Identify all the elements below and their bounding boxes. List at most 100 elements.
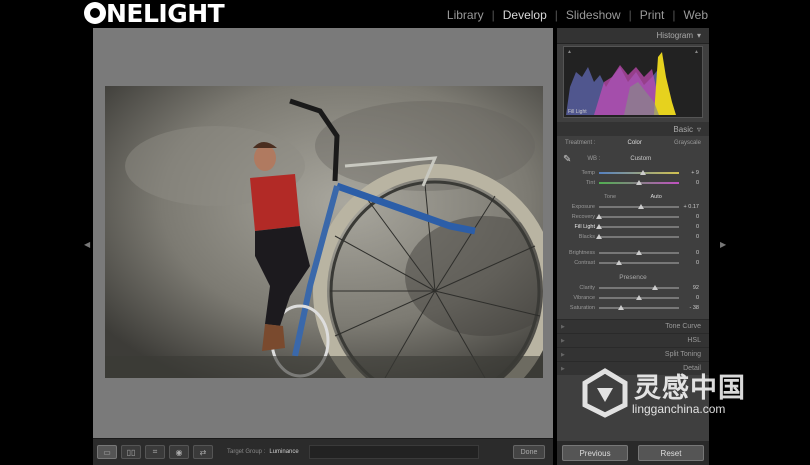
- expand-triangle-icon: ▶: [561, 365, 565, 372]
- treatment-grayscale-option[interactable]: Grayscale: [674, 140, 701, 146]
- saturation-thumb[interactable]: [618, 305, 625, 310]
- module-print[interactable]: Print: [632, 8, 673, 22]
- saturation-slider-row: Saturation - 38: [557, 303, 709, 313]
- collapse-triangle-icon: ▿: [696, 124, 701, 134]
- module-picker: Library | Develop | Slideshow | Print | …: [439, 8, 716, 22]
- fill-light-slider-row: Fill Light 0: [557, 222, 709, 232]
- blacks-slider[interactable]: [596, 234, 679, 239]
- tone-curve-title: Tone Curve: [665, 323, 701, 330]
- done-button[interactable]: Done: [513, 445, 545, 459]
- exposure-label: Exposure: [571, 204, 595, 210]
- clarity-value[interactable]: 92: [679, 285, 699, 291]
- expand-left-panel-icon[interactable]: ◀: [84, 240, 90, 249]
- tint-label: Tint: [586, 180, 595, 186]
- recovery-thumb[interactable]: [596, 214, 602, 219]
- treatment-color-option[interactable]: Color: [628, 140, 642, 146]
- fill-light-value[interactable]: 0: [679, 224, 699, 230]
- bottom-toolbar: ▭ ▯▯ ⌗ ◉ ⇄ Target Group : Luminance Done: [93, 438, 553, 465]
- temp-thumb[interactable]: [640, 170, 646, 175]
- collapse-right-panel-icon[interactable]: ▶: [720, 240, 726, 249]
- exposure-thumb[interactable]: [637, 204, 644, 209]
- watermark: 灵感中国 lingganchina.com: [580, 362, 795, 427]
- target-group-label: Target Group :: [227, 449, 266, 455]
- histogram-title: Histogram: [656, 31, 693, 40]
- contrast-thumb[interactable]: [616, 260, 622, 265]
- vibrance-slider[interactable]: [599, 295, 679, 300]
- presence-heading: Presence: [619, 274, 647, 281]
- vibrance-value[interactable]: 0: [679, 295, 699, 301]
- eyedropper-icon[interactable]: ✎: [563, 154, 571, 165]
- basic-title: Basic: [673, 124, 693, 134]
- blacks-label: Blacks: [578, 234, 595, 240]
- target-adjust-button[interactable]: ◉: [169, 445, 189, 459]
- fill-light-thumb[interactable]: [596, 224, 602, 229]
- temp-slider[interactable]: [599, 170, 679, 175]
- tone-row: Tone Auto: [557, 192, 709, 202]
- basic-header[interactable]: Basic ▿: [557, 122, 709, 136]
- expand-triangle-icon: ▶: [561, 323, 565, 330]
- auto-tone-button[interactable]: Auto: [650, 194, 661, 200]
- photo-bicycle-rider: [105, 86, 543, 378]
- brightness-value[interactable]: 0: [679, 250, 699, 256]
- photo-illustration: [105, 86, 543, 378]
- module-library[interactable]: Library: [439, 8, 492, 22]
- recovery-slider[interactable]: [596, 214, 679, 219]
- vibrance-slider-row: Vibrance 0: [557, 293, 709, 303]
- vibrance-thumb[interactable]: [636, 295, 642, 300]
- left-panel-collapsed: ◀: [0, 28, 92, 465]
- contrast-value[interactable]: 0: [679, 260, 699, 266]
- target-group-select[interactable]: Luminance: [269, 449, 298, 455]
- split-toning-header[interactable]: ▶ Split Toning: [557, 347, 709, 361]
- histogram-header[interactable]: Histogram ▾: [557, 28, 709, 44]
- blacks-thumb[interactable]: [596, 234, 602, 239]
- treatment-label: Treatment :: [565, 140, 596, 146]
- histogram-readout: Fill Light: [568, 109, 587, 115]
- logo-o-icon: [84, 2, 106, 24]
- clarity-label: Clarity: [579, 285, 595, 291]
- clarity-thumb[interactable]: [652, 285, 658, 290]
- blacks-slider-row: Blacks 0: [557, 232, 709, 242]
- brightness-slider[interactable]: [599, 250, 679, 255]
- recovery-slider-row: Recovery 0: [557, 212, 709, 222]
- wb-label: WB :: [587, 156, 601, 162]
- before-after-button[interactable]: ⇄: [193, 445, 213, 459]
- module-slideshow[interactable]: Slideshow: [558, 8, 629, 22]
- blacks-value[interactable]: 0: [679, 234, 699, 240]
- expand-triangle-icon: ▶: [561, 351, 565, 358]
- watermark-chinese-text: 灵感中国: [634, 373, 746, 404]
- clipping-shadows-icon[interactable]: ▲: [567, 49, 572, 55]
- tone-curve-header[interactable]: ▶ Tone Curve: [557, 319, 709, 333]
- tint-slider[interactable]: [599, 180, 679, 185]
- previous-button[interactable]: Previous: [562, 445, 628, 461]
- module-web[interactable]: Web: [676, 8, 716, 22]
- collapse-triangle-icon: ▾: [696, 31, 701, 40]
- wb-row: ✎ WB : Custom: [557, 150, 709, 168]
- split-toning-title: Split Toning: [664, 351, 701, 358]
- expand-triangle-icon: ▶: [561, 337, 565, 344]
- toolbar-spacer-field: [308, 445, 479, 459]
- contrast-slider-row: Contrast 0: [557, 258, 709, 268]
- temp-value[interactable]: + 9: [679, 170, 699, 176]
- compare-view-button[interactable]: ▯▯: [121, 445, 141, 459]
- module-develop[interactable]: Develop: [495, 8, 555, 22]
- reset-button[interactable]: Reset: [638, 445, 704, 461]
- loupe-view-button[interactable]: ▭: [97, 445, 117, 459]
- fill-light-slider[interactable]: [596, 224, 679, 229]
- crop-tool-button[interactable]: ⌗: [145, 445, 165, 459]
- brightness-thumb[interactable]: [636, 250, 642, 255]
- recovery-value[interactable]: 0: [679, 214, 699, 220]
- histogram: ▲ ▲ Fill Light: [563, 46, 703, 118]
- tint-thumb[interactable]: [636, 180, 642, 185]
- wb-select[interactable]: Custom: [630, 156, 651, 162]
- saturation-slider[interactable]: [599, 305, 679, 310]
- contrast-slider[interactable]: [599, 260, 679, 265]
- clarity-slider[interactable]: [599, 285, 679, 290]
- exposure-value[interactable]: + 0.17: [679, 204, 699, 210]
- top-bar: NELIGHT Library | Develop | Slideshow | …: [0, 0, 810, 28]
- clipping-highlights-icon[interactable]: ▲: [694, 49, 699, 55]
- exposure-slider[interactable]: [599, 204, 679, 209]
- saturation-value[interactable]: - 38: [679, 305, 699, 311]
- tint-value[interactable]: 0: [679, 180, 699, 186]
- saturation-label: Saturation: [569, 305, 595, 311]
- hsl-header[interactable]: ▶ HSL: [557, 333, 709, 347]
